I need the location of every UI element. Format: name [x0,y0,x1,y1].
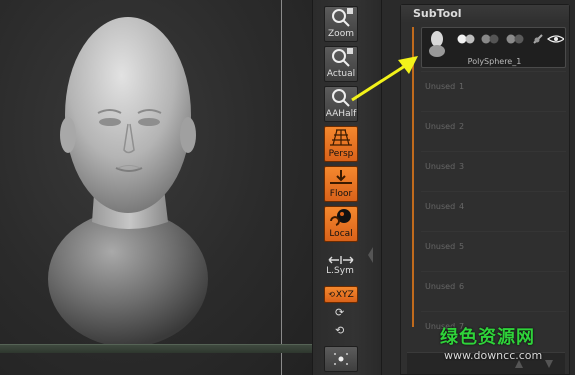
actual-label: Actual [326,69,356,79]
slot-number: 5 [459,242,465,251]
floor-button[interactable]: Floor [324,166,358,202]
zoom-label: Zoom [328,29,354,39]
head-shape [65,17,191,213]
slot-label: Unused [425,82,456,91]
zoom-button[interactable]: Zoom [324,6,358,42]
subtool-toggle-icons[interactable] [456,33,564,45]
slot-number: 4 [459,202,465,211]
subtool-header[interactable]: SubTool [401,5,569,23]
right-shelf: Zoom Actual AAHalf Persp Floor Local L.S… [312,0,382,375]
subtool-slot-3[interactable]: Unused 3 [421,151,566,181]
slot-number: 6 [459,282,465,291]
subtool-slot-2[interactable]: Unused 2 [421,111,566,141]
subtool-scroll-rail[interactable] [412,27,414,327]
aahalf-button[interactable]: AAHalf [324,86,358,122]
slot-number: 1 [459,82,465,91]
subtool-slot-4[interactable]: Unused 4 [421,191,566,221]
aahalf-label: AAHalf [325,109,357,119]
actual-icon [332,48,353,67]
xyz-button[interactable]: ⟲ XYZ [324,286,358,303]
head-thumbnail-icon [429,31,445,57]
zoom-icon [332,8,353,27]
local-label: Local [329,229,353,239]
slot-label: Unused [425,202,456,211]
watermark-title: 绿色资源网 [440,327,535,348]
subtool-slot-1[interactable]: Unused 1 [421,71,566,101]
actual-button[interactable]: Actual [324,46,358,82]
rotate-z-icon[interactable]: ⟲ [335,324,344,337]
persp-label: Persp [328,149,354,159]
persp-button[interactable]: Persp [324,126,358,162]
lsym-icon [328,256,354,264]
subtool-active-name: PolySphere_1 [467,57,522,66]
slot-number: 3 [459,162,465,171]
slot-label: Unused [425,282,456,291]
subtool-slot-6[interactable]: Unused 6 [421,271,566,301]
frame-button[interactable] [324,346,358,372]
sculpt-model[interactable] [0,0,312,375]
rotate-y-icon[interactable]: ⟳ [335,306,344,319]
rotate-icon: ⟲ [328,290,335,299]
slot-label: Unused [425,242,456,251]
local-icon [330,209,351,226]
floor-icon [330,170,352,184]
perspective-grid-icon [330,129,352,146]
lsym-label[interactable]: L.Sym [321,266,359,276]
slot-number: 2 [459,122,465,131]
subtool-palette: SubTool PolySphere_1 Unused 1 Unused 2 U… [400,4,570,375]
slot-label: Unused [425,162,456,171]
panel-collapse-icon[interactable] [367,245,374,265]
aahalf-icon [332,89,350,107]
canvas-viewport[interactable] [0,0,312,375]
frame-border [281,0,282,375]
subtool-slot-5[interactable]: Unused 5 [421,231,566,261]
slot-label: Unused [425,122,456,131]
watermark-url: www.downcc.com [444,349,543,362]
floor-label: Floor [329,189,353,199]
frame-icon [334,353,348,365]
xyz-label: XYZ [335,289,354,300]
subtool-item-active[interactable]: PolySphere_1 [421,27,566,68]
floor-grid [0,344,312,353]
polysphere-shape [48,211,208,347]
local-button[interactable]: Local [324,206,358,242]
